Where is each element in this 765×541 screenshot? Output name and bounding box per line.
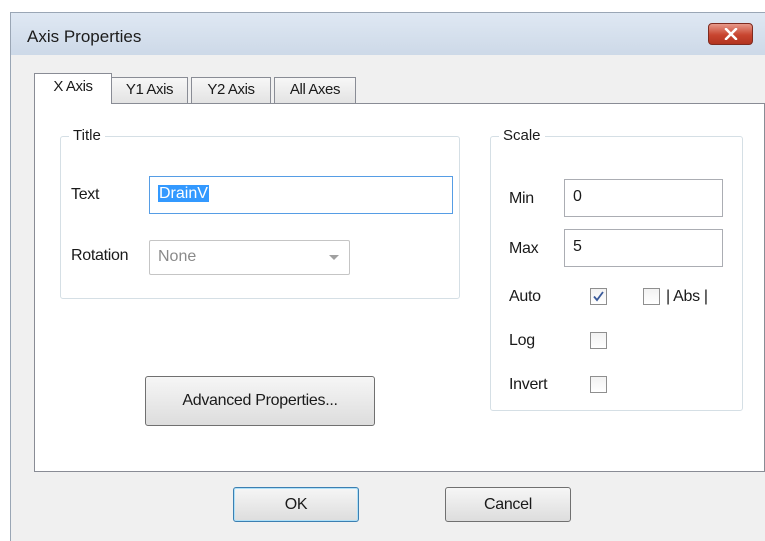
abs-label: | Abs | xyxy=(666,288,708,305)
ok-button[interactable]: OK xyxy=(233,487,359,522)
log-label: Log xyxy=(509,332,535,349)
axis-properties-dialog: Axis Properties X Axis Y1 Axis Y2 Axis A… xyxy=(10,12,765,541)
window-title: Axis Properties xyxy=(27,27,142,46)
rotation-label: Rotation xyxy=(71,247,129,264)
rotation-value: None xyxy=(158,248,197,265)
tab-y2-axis[interactable]: Y2 Axis xyxy=(191,77,271,103)
title-group-legend: Title xyxy=(69,127,105,145)
invert-checkbox[interactable] xyxy=(590,376,607,393)
close-x-icon xyxy=(724,28,737,40)
min-input[interactable]: 0 xyxy=(564,179,723,217)
title-bar[interactable]: Axis Properties xyxy=(11,13,765,55)
tab-all-axes[interactable]: All Axes xyxy=(274,77,356,103)
cancel-button[interactable]: Cancel xyxy=(445,487,571,522)
checkmark-icon xyxy=(593,291,604,302)
rotation-dropdown[interactable]: None xyxy=(149,240,350,275)
tab-x-axis[interactable]: X Axis xyxy=(34,73,112,104)
abs-checkbox[interactable] xyxy=(643,288,660,305)
scale-group-legend: Scale xyxy=(499,127,545,145)
auto-checkbox[interactable] xyxy=(590,288,607,305)
title-text-input[interactable]: DrainV xyxy=(149,176,453,214)
invert-label: Invert xyxy=(509,376,548,393)
auto-label: Auto xyxy=(509,288,541,305)
max-input[interactable]: 5 xyxy=(564,229,723,267)
chevron-down-icon xyxy=(329,255,339,260)
title-groupbox: Title Text DrainV Rotation None xyxy=(60,127,460,299)
text-label: Text xyxy=(71,186,100,203)
close-button[interactable] xyxy=(708,23,753,45)
title-text-value: DrainV xyxy=(158,185,209,202)
max-label: Max xyxy=(509,240,539,257)
min-label: Min xyxy=(509,190,534,207)
advanced-properties-button[interactable]: Advanced Properties... xyxy=(145,376,375,426)
dialog-body: X Axis Y1 Axis Y2 Axis All Axes Title Te… xyxy=(11,55,765,541)
tab-y1-axis[interactable]: Y1 Axis xyxy=(111,77,188,103)
scale-groupbox: Scale Min 0 Max 5 Auto | Abs | Log Inver… xyxy=(490,127,743,411)
log-checkbox[interactable] xyxy=(590,332,607,349)
min-value: 0 xyxy=(573,188,582,205)
max-value: 5 xyxy=(573,238,582,255)
tab-panel-x-axis: Title Text DrainV Rotation None Scale Mi… xyxy=(34,103,765,472)
